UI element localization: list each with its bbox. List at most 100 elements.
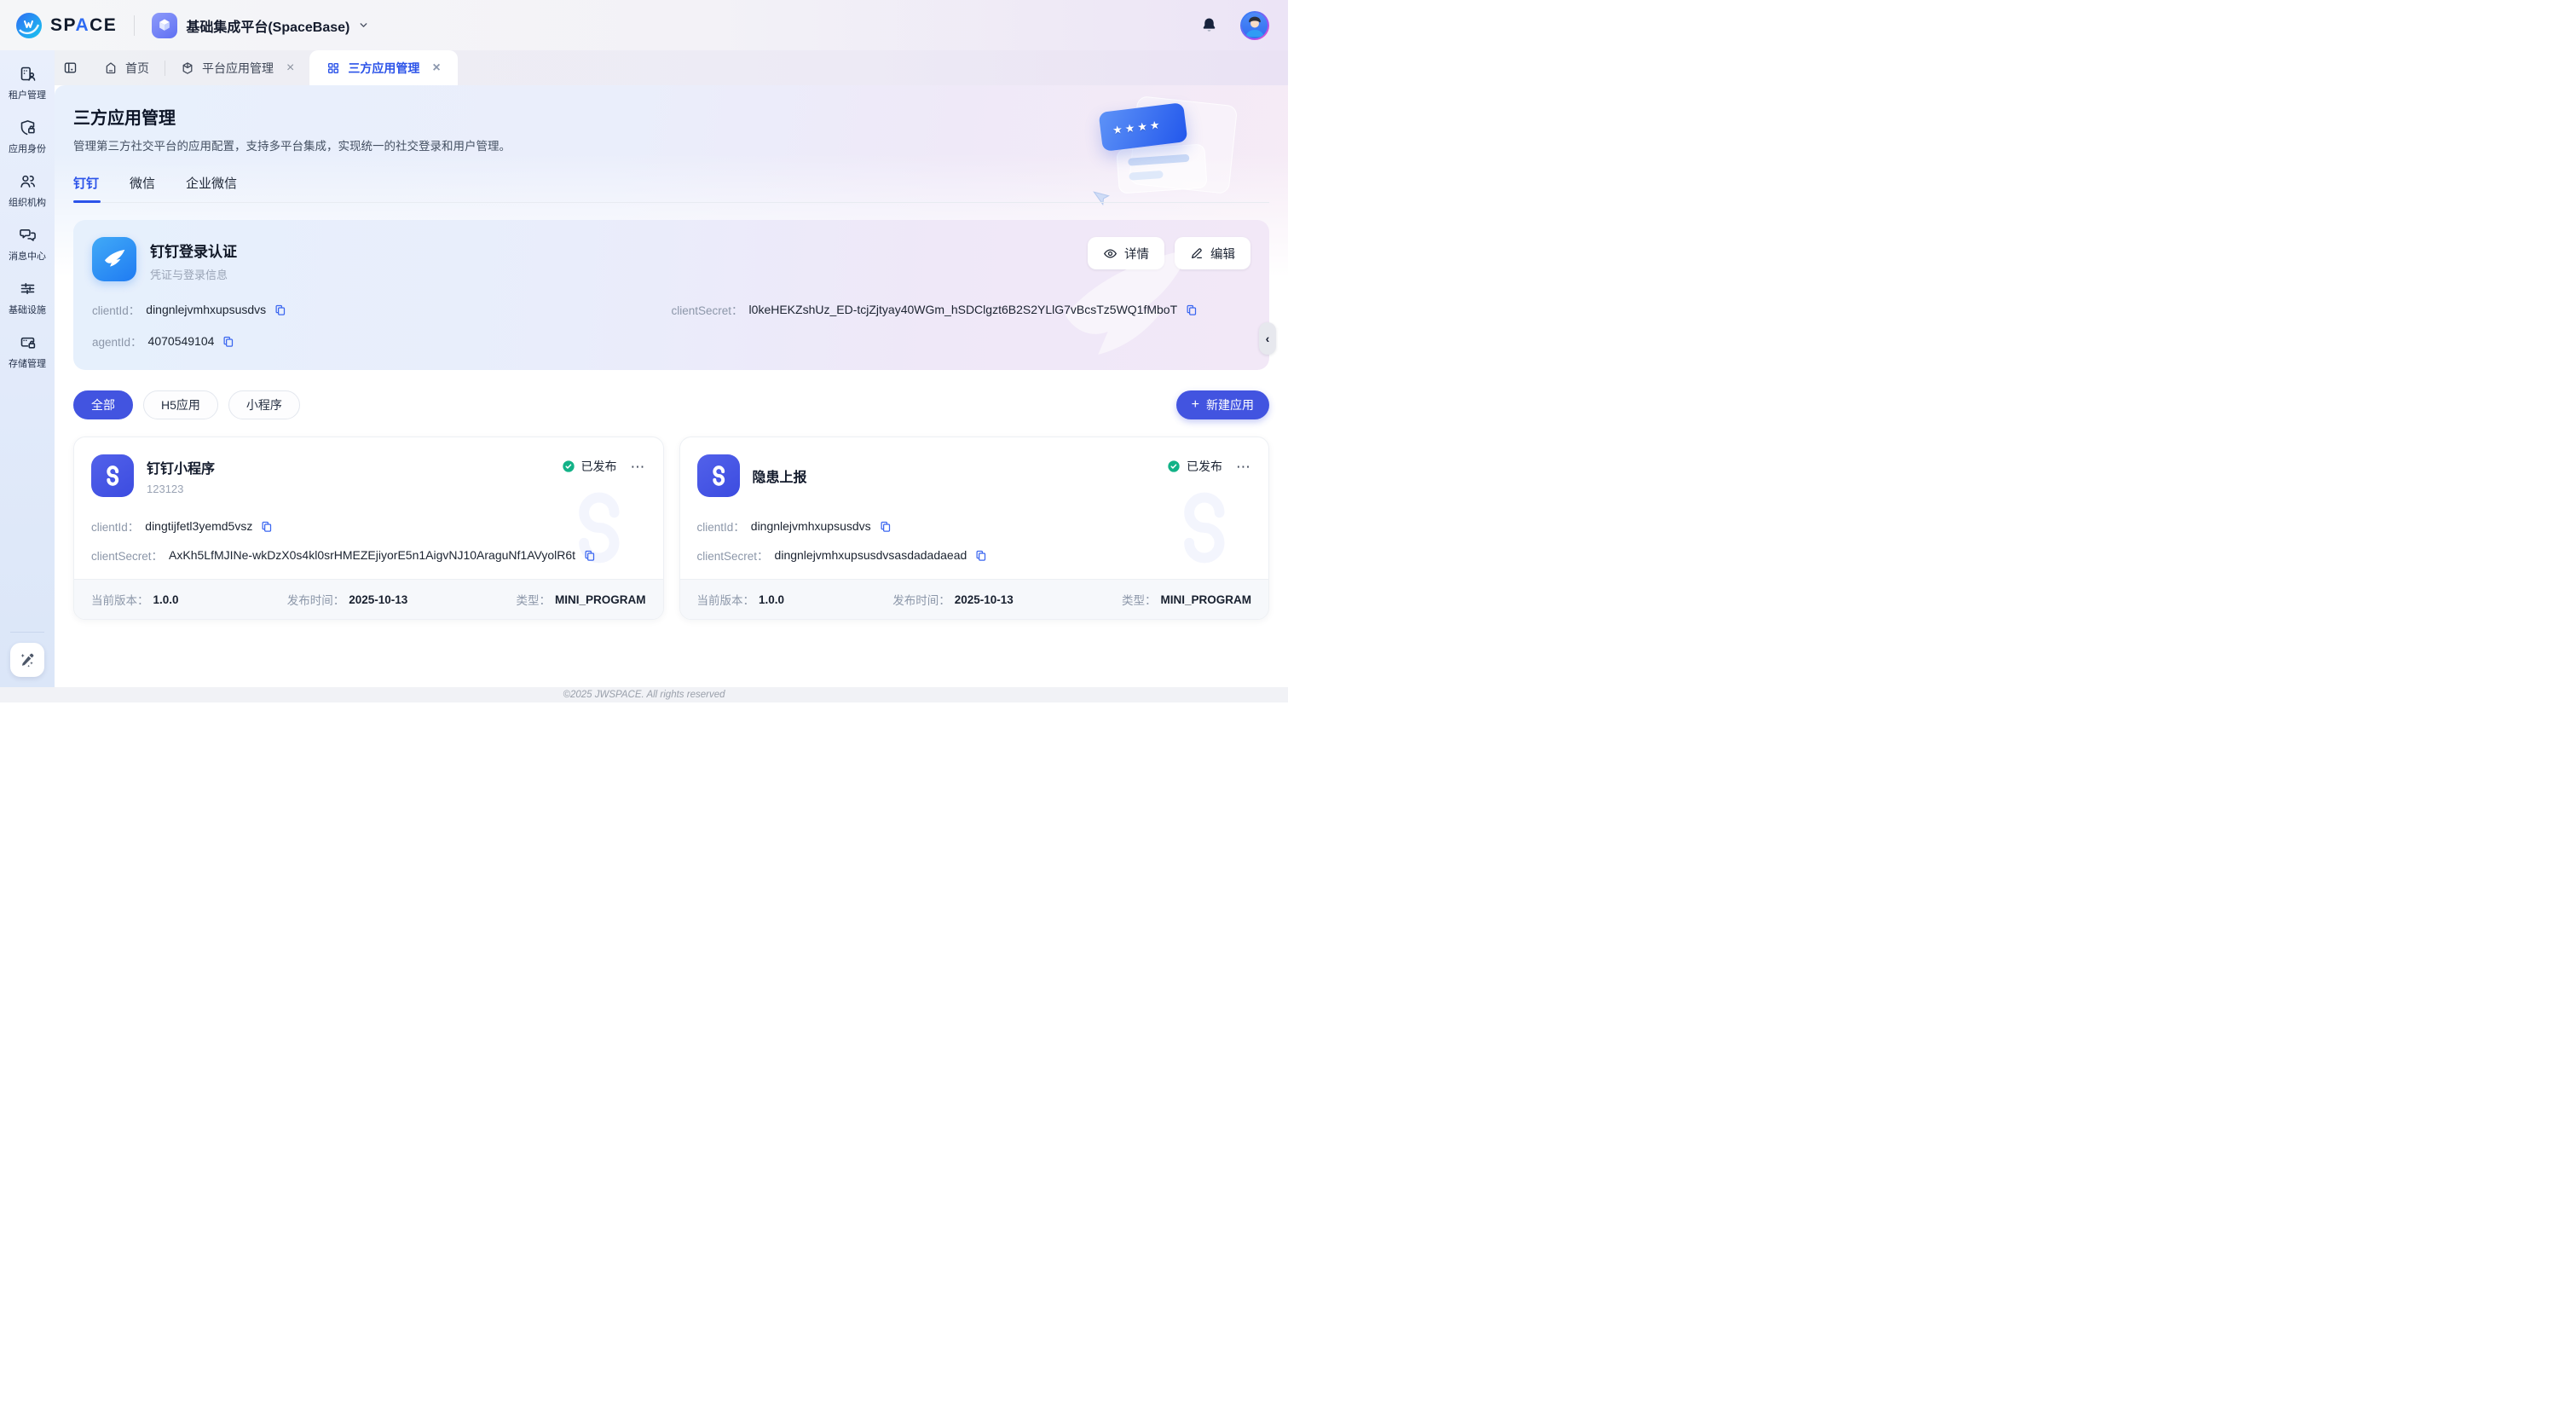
- tab-label: 平台应用管理: [202, 60, 274, 77]
- copy-icon[interactable]: [274, 304, 286, 316]
- close-tab-icon[interactable]: ×: [286, 61, 294, 75]
- copy-icon[interactable]: [222, 335, 234, 348]
- filter-row: 全部 H5应用 小程序 + 新建应用: [73, 390, 1269, 419]
- filter-h5-app[interactable]: H5应用: [143, 390, 218, 419]
- mini-program-app-icon: [91, 454, 134, 497]
- copy-icon[interactable]: [879, 520, 892, 533]
- space-logo-icon: [15, 12, 43, 39]
- client-id-value: dingnlejvmhxupsusdvs: [146, 303, 266, 316]
- check-circle-icon: [1167, 460, 1181, 473]
- filter-all[interactable]: 全部: [73, 390, 133, 419]
- app-name: 隐患上报: [753, 465, 807, 486]
- main-panel: ★★★★ 三方应用管理 管理第三方社交平台的应用配置，支持多平台集成，实现统一的…: [55, 85, 1288, 687]
- tab-label: 三方应用管理: [348, 60, 419, 77]
- detail-button-label: 详情: [1124, 245, 1149, 263]
- more-menu-icon[interactable]: ⋯: [1236, 460, 1251, 474]
- dingtalk-logo-icon: [92, 237, 136, 281]
- magic-pen-icon: [18, 650, 37, 669]
- shield-lock-icon: [19, 119, 37, 136]
- credential-card: 钉钉登录认证 凭证与登录信息: [73, 220, 1269, 370]
- sidebar-item-app-identity[interactable]: 应用身份: [0, 111, 55, 165]
- create-app-button[interactable]: + 新建应用: [1176, 390, 1269, 419]
- app-subtitle: 123123: [147, 483, 215, 495]
- package-cube-icon: [181, 61, 194, 75]
- published-value: 2025-10-13: [349, 593, 407, 606]
- app-card-footer: 当前版本：1.0.0 发布时间：2025-10-13 类型：MINI_PROGR…: [680, 579, 1269, 619]
- version-value: 1.0.0: [153, 593, 179, 606]
- tab-third-party-app-management[interactable]: 三方应用管理 ×: [309, 50, 457, 85]
- client-secret-value: dingnlejvmhxupsusdvsasdadadaead: [775, 548, 967, 562]
- sidebar-item-tenant-management[interactable]: 租户管理: [0, 57, 55, 111]
- user-avatar[interactable]: [1240, 11, 1269, 40]
- client-id-field: clientId： dingtijfetl3yemd5vsz: [91, 517, 646, 535]
- topbar-divider: [134, 15, 135, 36]
- tab-bar: 首页 平台应用管理 ×: [55, 50, 1288, 85]
- mini-program-app-icon: [697, 454, 740, 497]
- sidebar-item-message-center[interactable]: 消息中心: [0, 218, 55, 272]
- client-id-label: clientId：: [92, 301, 140, 318]
- magic-pen-button[interactable]: [10, 643, 44, 677]
- copy-icon[interactable]: [260, 520, 273, 533]
- more-menu-icon[interactable]: ⋯: [631, 460, 646, 474]
- type-value: MINI_PROGRAM: [555, 593, 646, 606]
- sidebar-divider: [10, 632, 44, 633]
- grid-apps-icon: [326, 61, 340, 75]
- collapse-tabs-icon[interactable]: [63, 61, 78, 75]
- type-label: 类型：: [1122, 591, 1157, 608]
- filter-mini-program[interactable]: 小程序: [228, 390, 300, 419]
- platform-tab-wechat[interactable]: 微信: [130, 174, 155, 192]
- client-secret-field: clientSecret： dingnlejvmhxupsusdvsasdada…: [697, 546, 1252, 564]
- type-value: MINI_PROGRAM: [1160, 593, 1251, 606]
- client-secret-label: clientSecret：: [672, 301, 743, 318]
- storage-lock-icon: [19, 333, 37, 351]
- plus-icon: +: [1192, 397, 1199, 413]
- client-id-label: clientId：: [91, 517, 139, 535]
- credential-title: 钉钉登录认证: [150, 240, 237, 261]
- sidebar-item-organization[interactable]: 组织机构: [0, 165, 55, 218]
- published-value: 2025-10-13: [955, 593, 1014, 606]
- check-circle-icon: [562, 460, 575, 473]
- platform-tab-wecom[interactable]: 企业微信: [186, 174, 237, 192]
- chat-bubbles-icon: [19, 226, 37, 244]
- detail-button[interactable]: 详情: [1088, 237, 1164, 269]
- app-card: 钉钉小程序 123123: [73, 437, 664, 620]
- copy-icon[interactable]: [583, 549, 596, 562]
- page-footer: ©2025 JWSPACE. All rights reserved: [0, 687, 1288, 702]
- status-label: 已发布: [1187, 458, 1222, 475]
- platform-tab-dingtalk[interactable]: 钉钉: [73, 174, 99, 192]
- tab-home[interactable]: 首页: [89, 50, 165, 85]
- brand-logo[interactable]: SPACE: [15, 12, 117, 39]
- sidebar: 租户管理 应用身份: [0, 50, 55, 687]
- client-secret-field: clientSecret： l0keHEKZshUz_ED-tcjZjtyay4…: [672, 301, 1251, 318]
- sidebar-item-storage-management[interactable]: 存储管理: [0, 326, 55, 379]
- app-card-grid: 钉钉小程序 123123: [73, 437, 1269, 620]
- copy-icon[interactable]: [1185, 304, 1198, 316]
- collapse-panel-handle[interactable]: ‹: [1259, 322, 1276, 355]
- copyright-text: ©2025 JWSPACE. All rights reserved: [563, 690, 725, 700]
- close-tab-icon[interactable]: ×: [432, 61, 440, 75]
- platform-tabs: 钉钉 微信 企业微信: [73, 174, 1269, 203]
- sidebar-item-infrastructure[interactable]: 基础设施: [0, 272, 55, 326]
- client-id-value: dingnlejvmhxupsusdvs: [751, 519, 871, 533]
- topbar: SPACE 基础集成平台(SpaceBase): [0, 0, 1288, 50]
- tenant-building-icon: [19, 65, 37, 83]
- copy-icon[interactable]: [974, 549, 987, 562]
- notification-bell-icon[interactable]: [1200, 16, 1218, 34]
- status-badge: 已发布: [1167, 458, 1222, 475]
- sidebar-item-label: 租户管理: [9, 88, 46, 101]
- page-description: 管理第三方社交平台的应用配置，支持多平台集成，实现统一的社交登录和用户管理。: [73, 136, 1269, 153]
- published-label: 发布时间：: [892, 591, 950, 608]
- client-id-value: dingtijfetl3yemd5vsz: [145, 519, 252, 533]
- client-secret-label: clientSecret：: [91, 546, 163, 564]
- agent-id-label: agentId：: [92, 332, 142, 350]
- app-card: 隐患上报: [679, 437, 1270, 620]
- edit-button[interactable]: 编辑: [1175, 237, 1250, 269]
- sidebar-item-label: 组织机构: [9, 195, 46, 209]
- sidebar-item-label: 应用身份: [9, 142, 46, 155]
- agent-id-field: agentId： 4070549104: [92, 332, 672, 350]
- create-app-label: 新建应用: [1206, 396, 1254, 413]
- client-secret-label: clientSecret：: [697, 546, 769, 564]
- tab-platform-app-management[interactable]: 平台应用管理 ×: [165, 50, 309, 85]
- workspace-switcher[interactable]: 基础集成平台(SpaceBase): [152, 13, 369, 38]
- client-secret-value: AxKh5LfMJINe-wkDzX0s4kl0srHMEZEjiyorE5n1…: [169, 548, 575, 562]
